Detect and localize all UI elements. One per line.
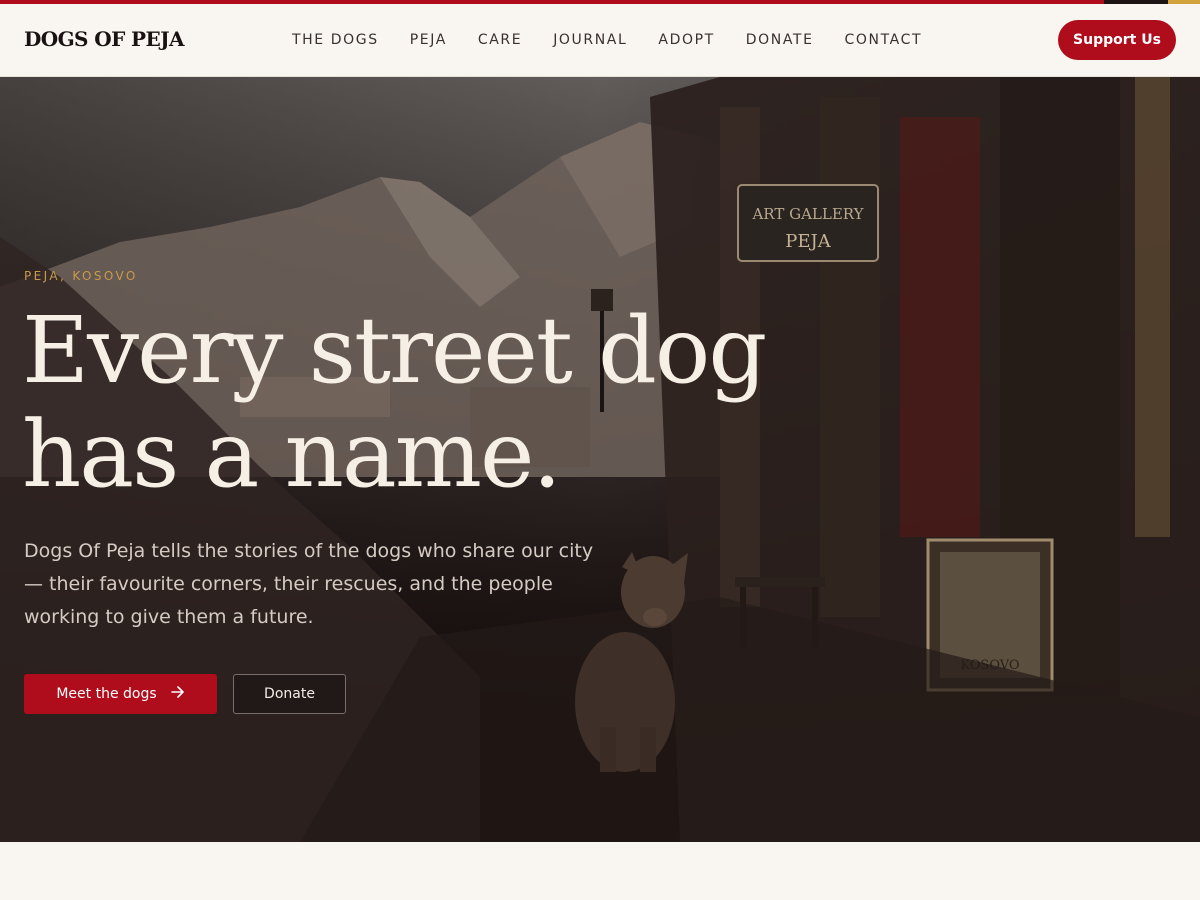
nav-item-journal[interactable]: JOURNAL [553, 30, 627, 50]
nav-item-contact[interactable]: CONTACT [845, 30, 923, 50]
gallery-sign-text: ART GALLERY [751, 205, 864, 223]
nav-item-peja[interactable]: PEJA [410, 30, 447, 50]
arrow-right-icon [170, 686, 185, 702]
nav-item-donate[interactable]: DONATE [746, 30, 814, 50]
nav-item-adopt[interactable]: ADOPT [658, 30, 714, 50]
hero-section: ART GALLERY PEJA KOSOVO PEJA, KOSOVO Eve… [0, 77, 1200, 842]
hero-headline: Every street dog has a name. [22, 299, 782, 507]
main-nav: THE DOGS PEJA CARE JOURNAL ADOPT DONATE … [292, 30, 953, 50]
support-us-button[interactable]: Support Us [1058, 20, 1176, 60]
site-header: DOGS OF PEJA THE DOGS PEJA CARE JOURNAL … [0, 4, 1200, 77]
meet-the-dogs-label: Meet the dogs [56, 686, 157, 702]
hero-description: Dogs Of Peja tells the stories of the do… [24, 540, 594, 628]
nav-item-care[interactable]: CARE [478, 30, 522, 50]
hero-eyebrow: PEJA, KOSOVO [24, 269, 138, 283]
meet-the-dogs-button[interactable]: Meet the dogs [24, 674, 217, 714]
donate-button[interactable]: Donate [233, 674, 346, 714]
next-section-background [0, 842, 1200, 900]
site-logo[interactable]: DOGS OF PEJA [24, 27, 185, 51]
nav-item-the-dogs[interactable]: THE DOGS [292, 30, 379, 50]
hero-headline-line-1: Every street dog [22, 297, 767, 404]
hero-headline-line-2: has a name. [22, 401, 562, 508]
gallery-sign-text-city: PEJA [785, 231, 831, 252]
